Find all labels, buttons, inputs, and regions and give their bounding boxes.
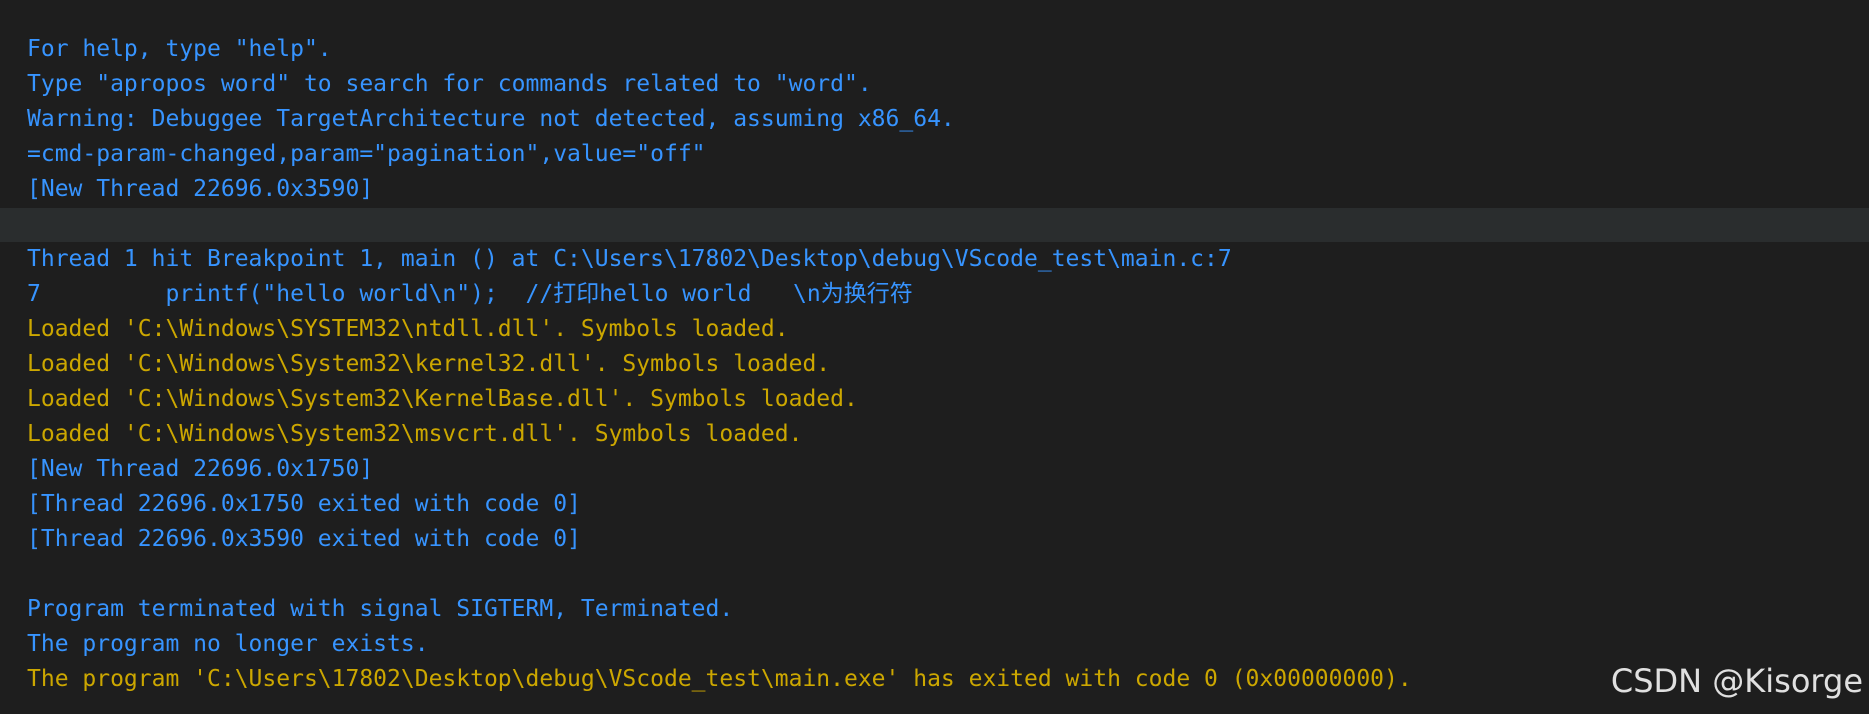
debug-console: For help, type "help". Type "apropos wor… — [0, 0, 1869, 714]
console-line-thread-exited: [Thread 22696.0x1750 exited with code 0] — [27, 491, 581, 517]
selected-line-highlight — [0, 208, 1869, 242]
console-line-source: 7 printf("hello world\n"); //打印hello wor… — [27, 281, 913, 307]
console-line-no-longer-exists: The program no longer exists. — [27, 631, 429, 657]
console-line-param-changed: =cmd-param-changed,param="pagination",va… — [27, 141, 706, 167]
console-line-new-thread: [New Thread 22696.0x1750] — [27, 456, 374, 482]
console-line-warning: Warning: Debuggee TargetArchitecture not… — [27, 106, 955, 132]
console-line-help: For help, type "help". — [27, 36, 332, 62]
console-line-loaded-msvcrt: Loaded 'C:\Windows\System32\msvcrt.dll'.… — [27, 421, 803, 447]
console-line-apropos: Type "apropos word" to search for comman… — [27, 71, 872, 97]
console-line-new-thread: [New Thread 22696.0x3590] — [27, 176, 374, 202]
console-line-loaded-kernel32: Loaded 'C:\Windows\System32\kernel32.dll… — [27, 351, 831, 377]
console-line-thread-exited: [Thread 22696.0x3590 exited with code 0] — [27, 526, 581, 552]
console-line-loaded-kernelbase: Loaded 'C:\Windows\System32\KernelBase.d… — [27, 386, 858, 412]
console-line-terminated: Program terminated with signal SIGTERM, … — [27, 596, 734, 622]
csdn-watermark: CSDN @Kisorge — [1610, 662, 1863, 700]
console-line-program-exited: The program 'C:\Users\17802\Desktop\debu… — [27, 666, 1412, 692]
console-line-loaded-ntdll: Loaded 'C:\Windows\SYSTEM32\ntdll.dll'. … — [27, 316, 789, 342]
console-line-breakpoint-hit: Thread 1 hit Breakpoint 1, main () at C:… — [27, 246, 1232, 272]
